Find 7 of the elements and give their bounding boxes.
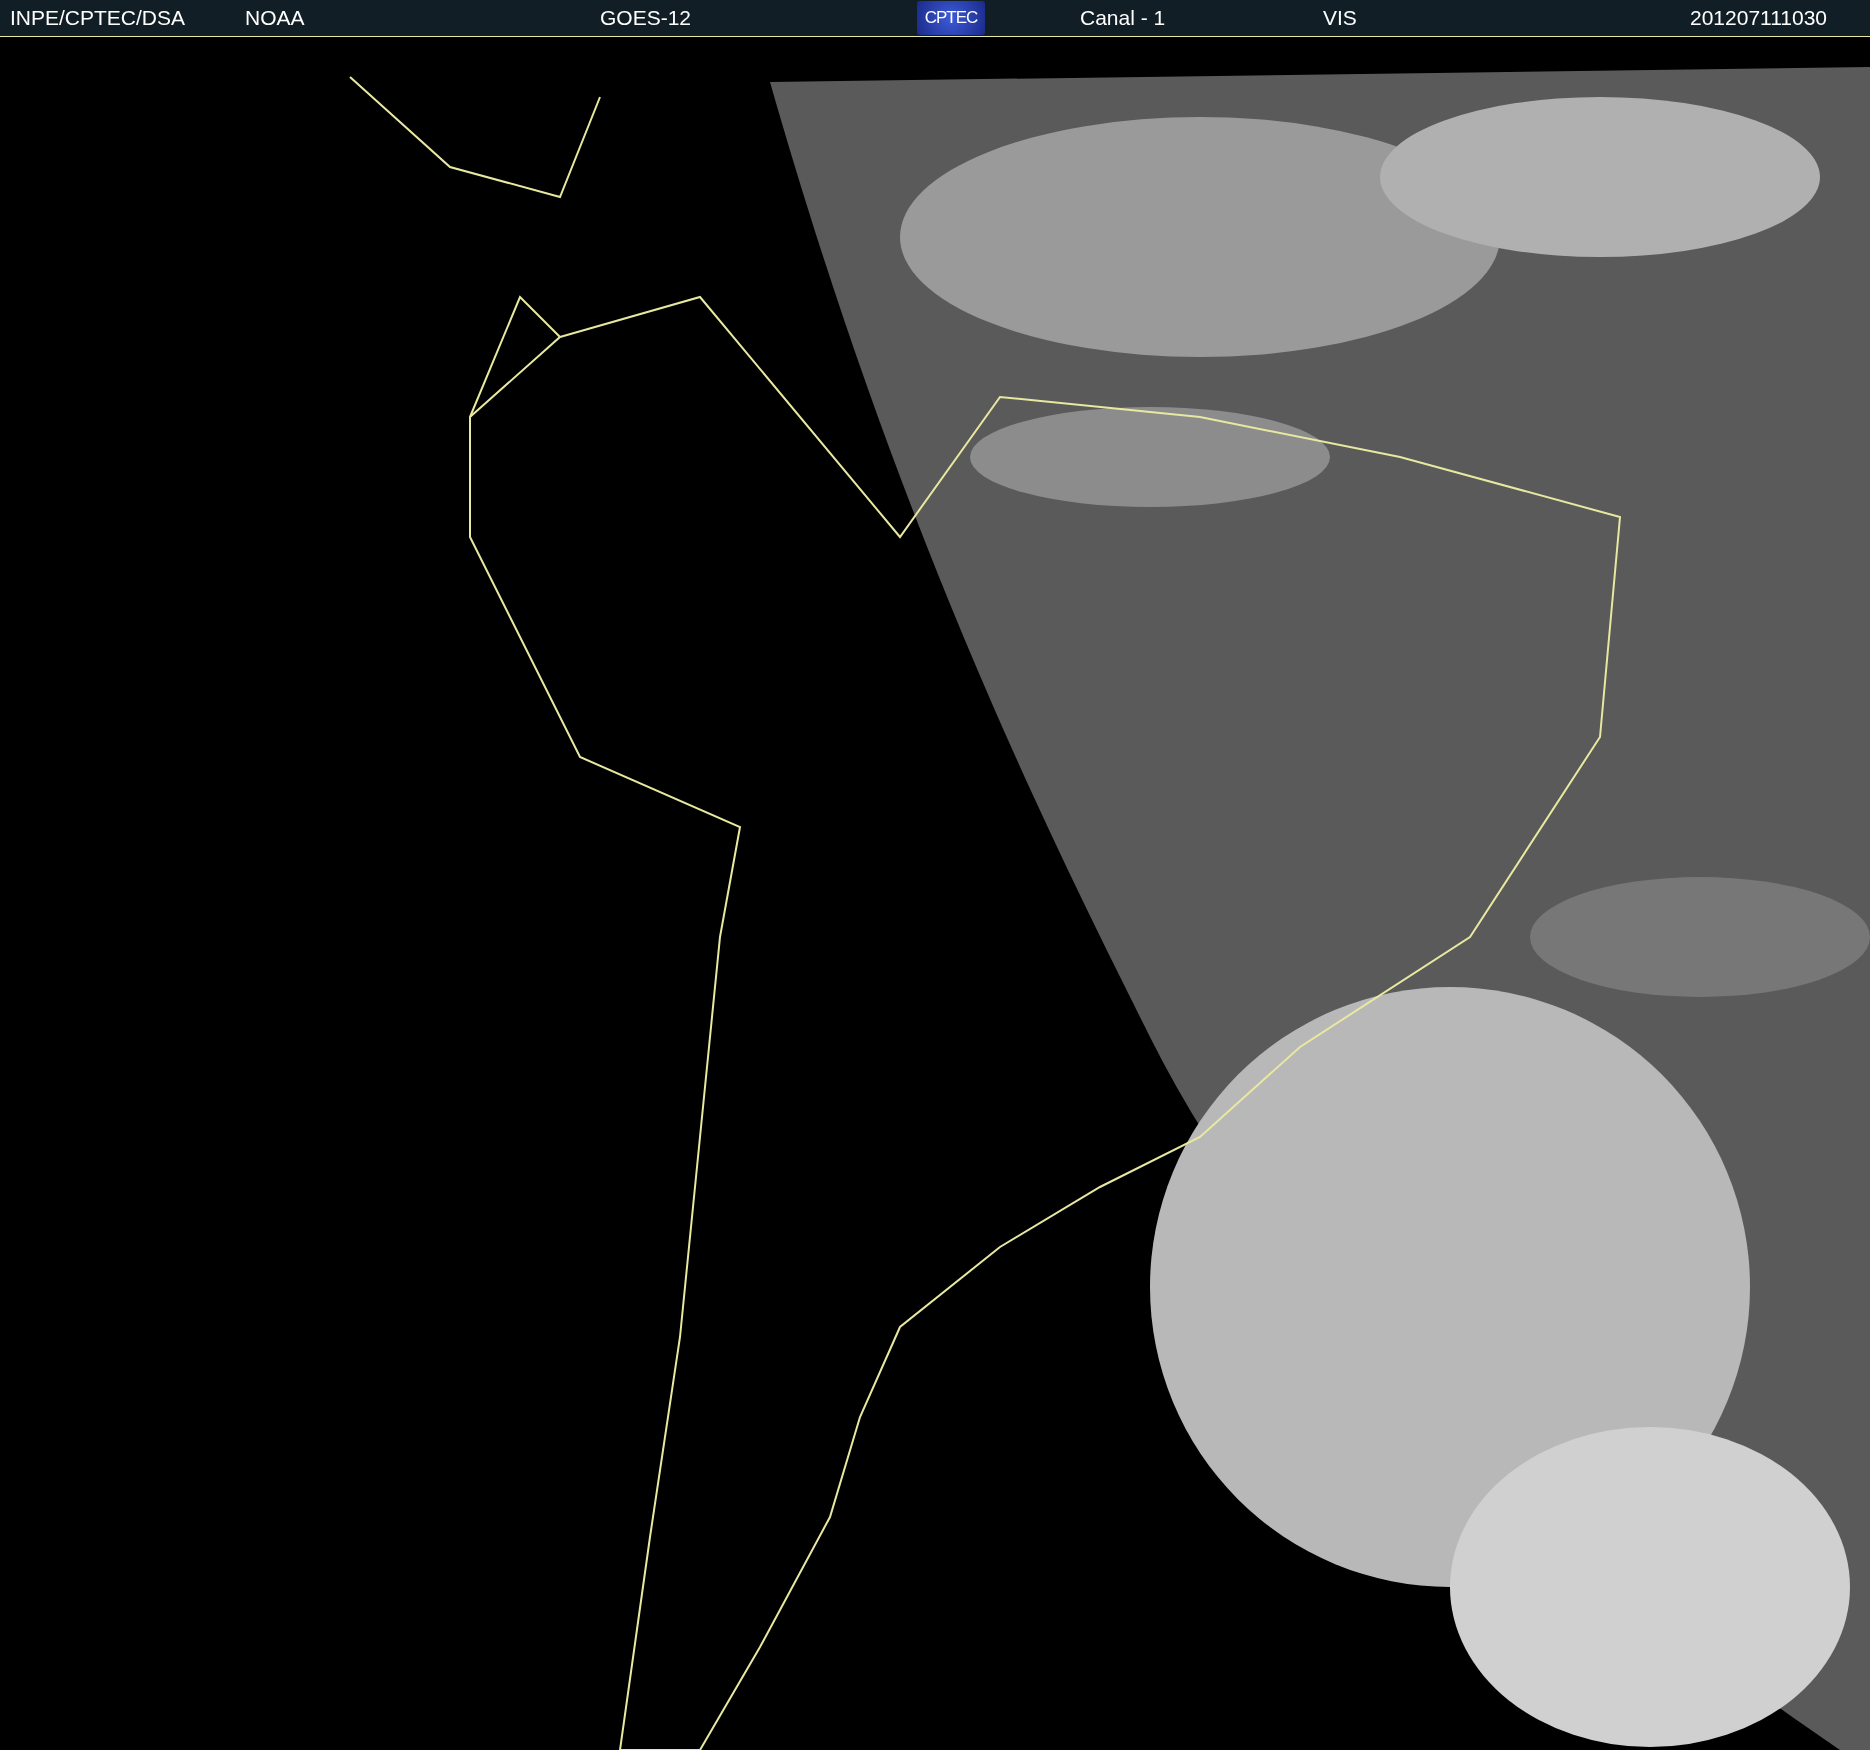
header-label: INPE/CPTEC/DSA [10, 6, 186, 30]
header-label: 201207111030 [1690, 6, 1828, 30]
logo: CPTEC [917, 1, 985, 35]
header-label: NOAA [245, 6, 305, 30]
header-label: Canal - 1 [1080, 6, 1166, 30]
header-label: GOES-12 [600, 6, 692, 30]
header-label: VIS [1323, 6, 1357, 30]
